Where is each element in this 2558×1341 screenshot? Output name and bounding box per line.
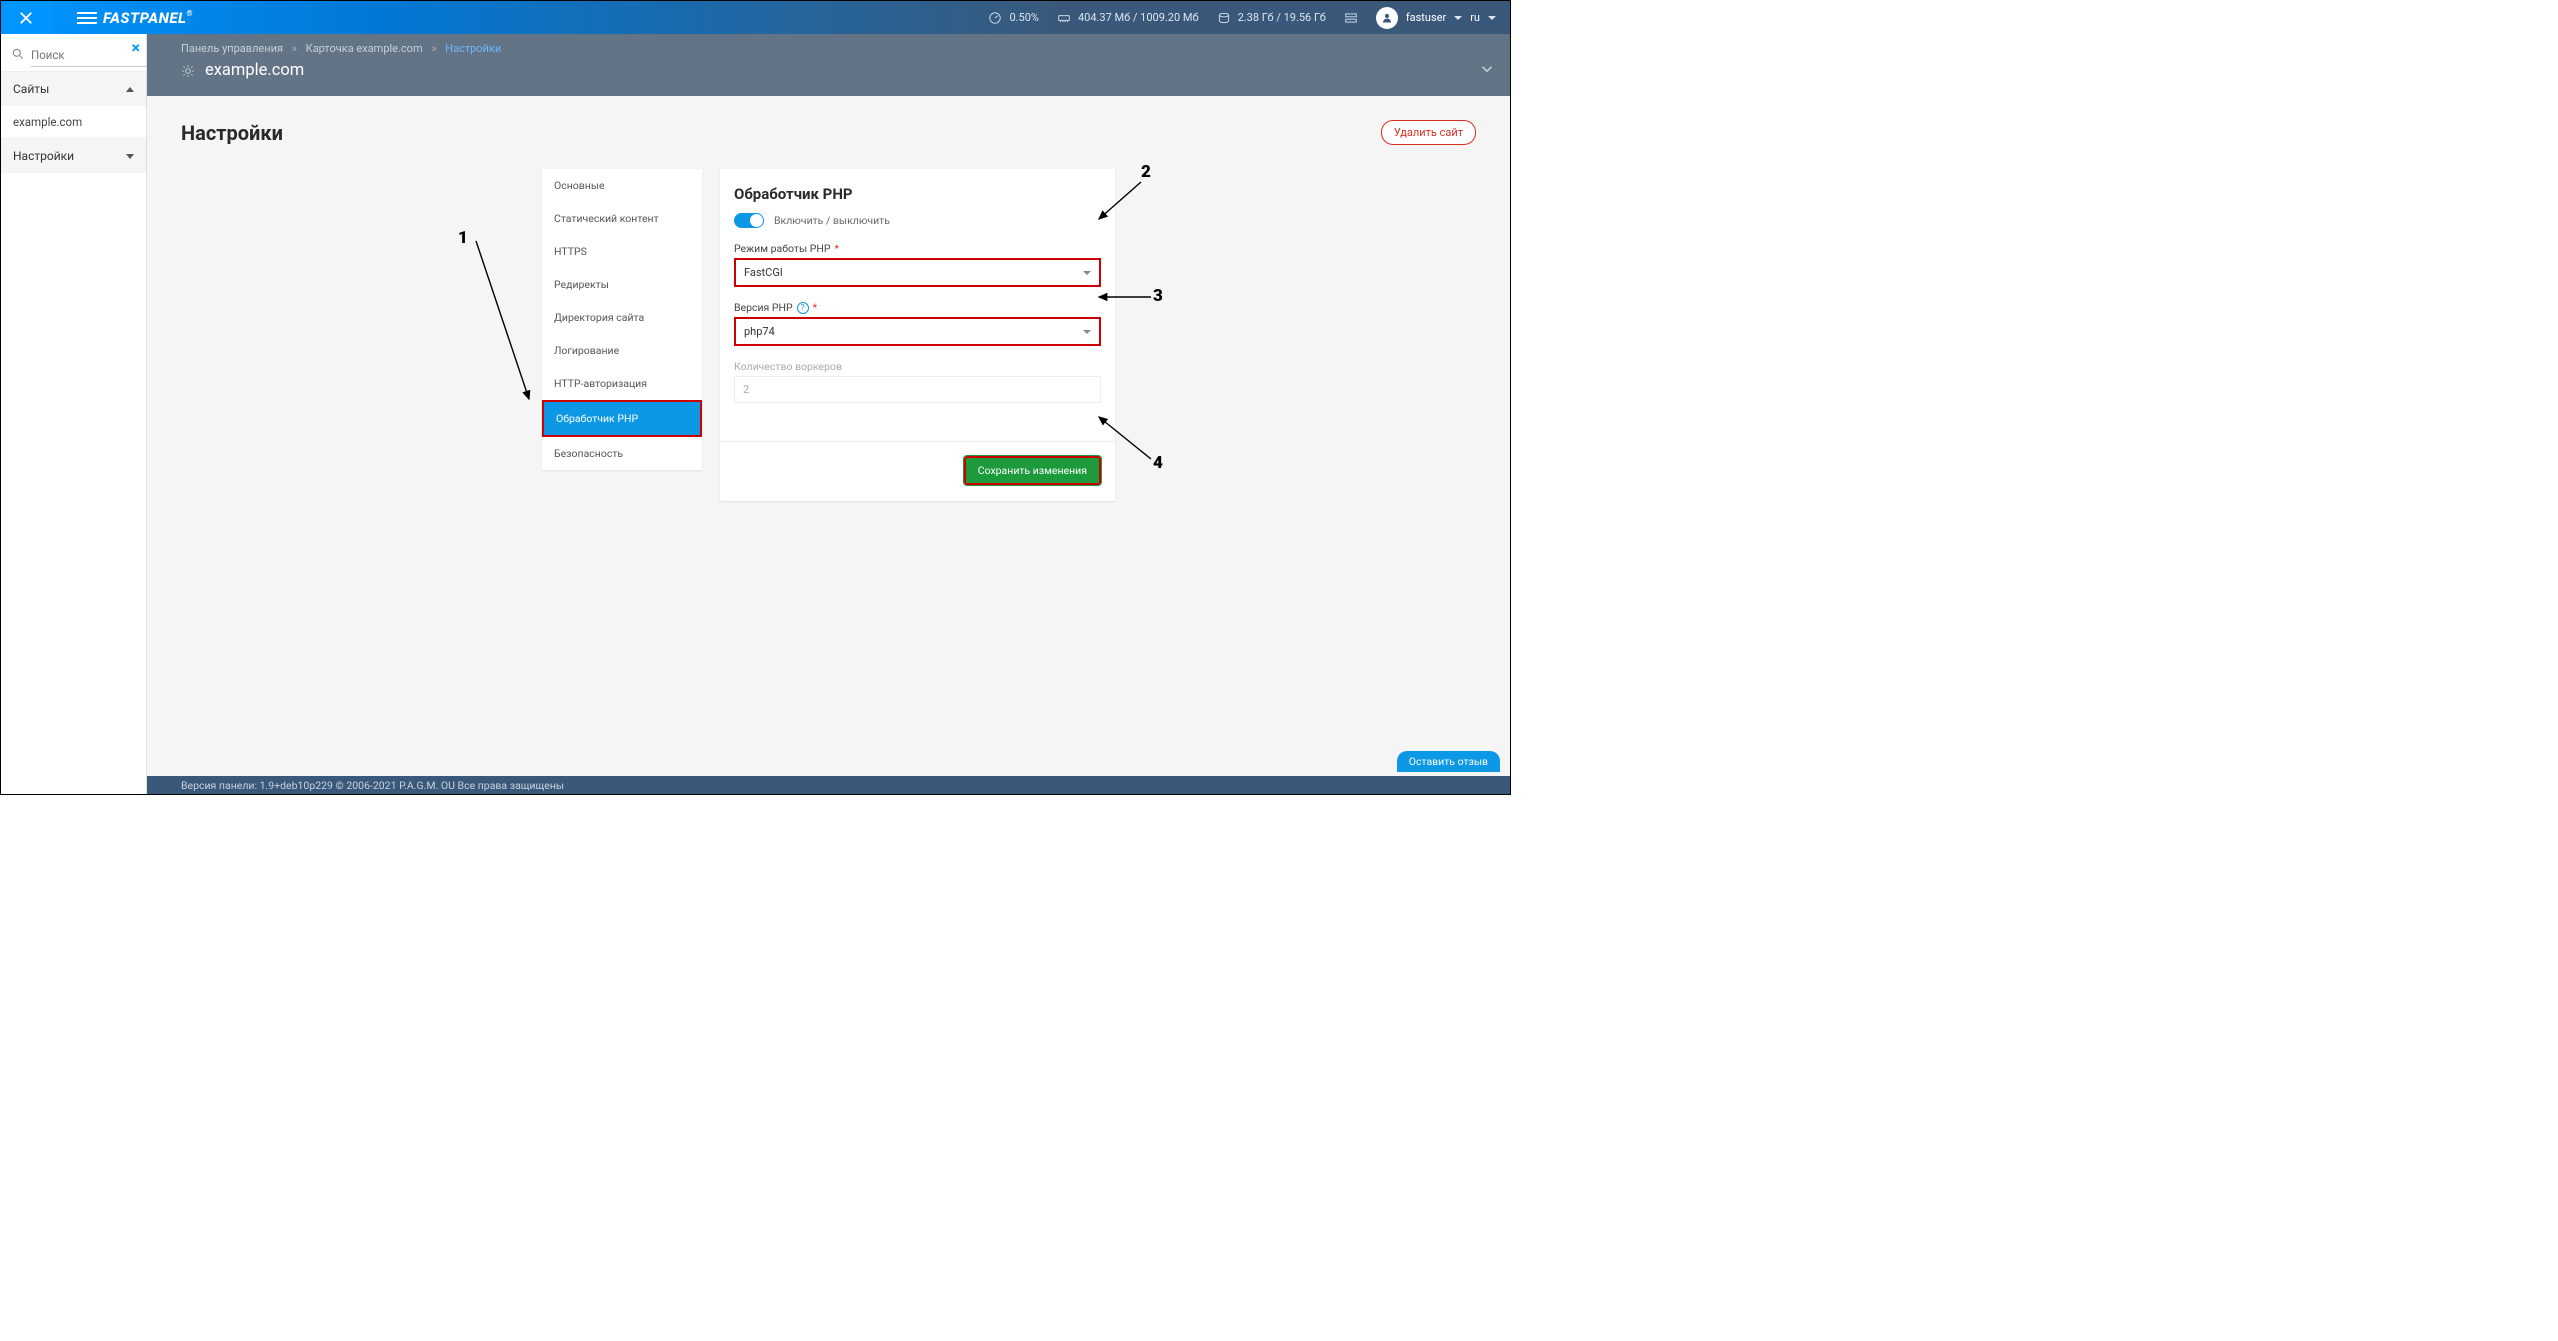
breadcrumb: Панель управления » Карточка example.com… xyxy=(181,42,1476,55)
subheader: Панель управления » Карточка example.com… xyxy=(147,34,1510,96)
footer-text: Версия панели: 1.9+deb10p229 © 2006-2021… xyxy=(181,779,564,792)
workers-input[interactable] xyxy=(734,376,1101,403)
lang-value: ru xyxy=(1470,11,1480,24)
help-icon[interactable]: ? xyxy=(797,302,809,314)
enable-toggle-label: Включить / выключить xyxy=(774,214,890,227)
stat-server[interactable] xyxy=(1342,11,1360,25)
chevron-down-icon xyxy=(1454,16,1462,20)
section-sites-label: Сайты xyxy=(13,82,49,96)
tab-logging[interactable]: Логирование xyxy=(542,334,702,367)
php-mode-select[interactable]: FastCGI xyxy=(734,258,1101,287)
tab-static[interactable]: Статический контент xyxy=(542,202,702,235)
avatar-icon xyxy=(1376,7,1398,29)
brand-text: FASTPANEL® xyxy=(103,9,193,27)
php-version-value: php74 xyxy=(744,325,775,338)
form-divider xyxy=(720,441,1115,442)
search-close-button[interactable]: × xyxy=(132,40,141,56)
chevron-down-icon xyxy=(1478,60,1496,78)
username: fastuser xyxy=(1406,11,1446,24)
php-mode-value: FastCGI xyxy=(744,266,783,279)
php-version-select[interactable]: php74 xyxy=(734,317,1101,346)
chevron-down-icon xyxy=(1083,271,1091,275)
lang-menu[interactable]: ru xyxy=(1470,11,1496,24)
annotation-1: 1 xyxy=(458,228,468,248)
feedback-button[interactable]: Оставить отзыв xyxy=(1397,751,1500,772)
bc-settings: Настройки xyxy=(445,42,501,55)
footer: Версия панели: 1.9+deb10p229 © 2006-2021… xyxy=(147,776,1510,794)
arrow-1-icon xyxy=(471,231,541,411)
chevron-down-icon xyxy=(1083,330,1091,334)
bc-panel[interactable]: Панель управления xyxy=(181,42,283,55)
main: Панель управления » Карточка example.com… xyxy=(147,34,1510,794)
chevron-down-icon xyxy=(1488,16,1496,20)
sidebar-item-site[interactable]: example.com xyxy=(1,106,146,138)
close-button[interactable] xyxy=(1,1,51,34)
bc-site-card[interactable]: Карточка example.com xyxy=(306,42,423,55)
tab-main[interactable]: Основные xyxy=(542,169,702,202)
tab-https[interactable]: HTTPS xyxy=(542,235,702,268)
stat-disk[interactable]: 2.38 Гб / 19.56 Гб xyxy=(1215,11,1326,25)
php-handler-form: Обработчик PHP Включить / выключить Режи… xyxy=(720,169,1115,501)
tab-redirects[interactable]: Редиректы xyxy=(542,268,702,301)
save-button[interactable]: Сохранить изменения xyxy=(964,456,1101,485)
gear-icon xyxy=(181,64,195,78)
close-icon xyxy=(17,9,35,27)
settings-tabs: Основные Статический контент HTTPS Редир… xyxy=(542,169,702,470)
expand-toggle[interactable] xyxy=(1478,60,1496,82)
section-settings[interactable]: Настройки xyxy=(1,138,146,173)
section-settings-label: Настройки xyxy=(13,149,74,163)
brand-logo[interactable]: FASTPANEL® xyxy=(77,9,193,27)
site-title: example.com xyxy=(205,61,304,80)
chevron-up-icon xyxy=(126,87,134,92)
stat-cpu[interactable]: 0.50% xyxy=(986,11,1039,25)
stat-memory[interactable]: 404.37 Мб / 1009.20 Мб xyxy=(1055,11,1199,25)
tab-php-handler[interactable]: Обработчик PHP xyxy=(542,400,702,437)
annotation-2: 2 xyxy=(1141,162,1151,182)
server-icon xyxy=(1342,11,1360,25)
search-icon xyxy=(11,46,25,65)
annotation-3: 3 xyxy=(1153,286,1163,306)
tab-security[interactable]: Безопасность xyxy=(542,437,702,470)
annotation-4: 4 xyxy=(1153,453,1163,473)
php-version-label: Версия PHP ? * xyxy=(734,301,1101,314)
php-mode-label: Режим работы PHP* xyxy=(734,242,1101,255)
cpu-value: 0.50% xyxy=(1009,11,1039,24)
section-sites[interactable]: Сайты xyxy=(1,71,146,106)
brand-bars-icon xyxy=(77,12,97,24)
delete-site-button[interactable]: Удалить сайт xyxy=(1381,120,1476,145)
memory-value: 404.37 Мб / 1009.20 Мб xyxy=(1078,11,1199,24)
gauge-icon xyxy=(986,11,1004,25)
enable-toggle[interactable] xyxy=(734,213,764,228)
tab-http-auth[interactable]: HTTP-авторизация xyxy=(542,367,702,400)
user-menu[interactable]: fastuser xyxy=(1376,7,1462,29)
tab-site-dir[interactable]: Директория сайта xyxy=(542,301,702,334)
workers-label: Количество воркеров xyxy=(734,360,1101,373)
disk-value: 2.38 Гб / 19.56 Гб xyxy=(1238,11,1326,24)
memory-icon xyxy=(1055,11,1073,25)
form-title: Обработчик PHP xyxy=(734,185,1101,203)
chevron-down-icon xyxy=(126,154,134,159)
page-title: Настройки xyxy=(181,121,283,145)
topbar: FASTPANEL® 0.50% 404.37 Мб / 1009.20 Мб … xyxy=(1,1,1510,34)
sidebar: × Сайты example.com Настройки xyxy=(1,34,147,794)
disk-icon xyxy=(1215,11,1233,25)
